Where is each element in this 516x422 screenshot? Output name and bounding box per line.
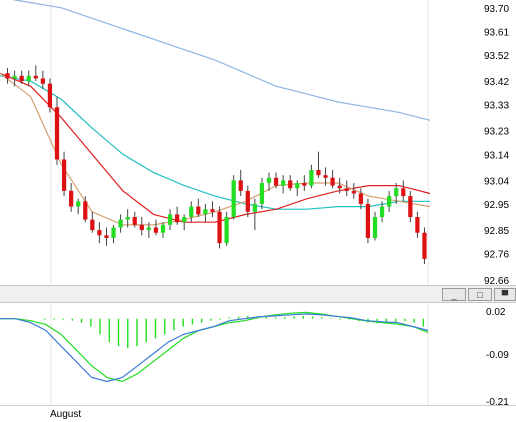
- candle-body: [302, 183, 307, 186]
- restore-button[interactable]: □: [468, 288, 492, 301]
- y-tick-label: 93.61: [484, 27, 509, 38]
- candle-body: [358, 193, 363, 204]
- macd-indicator-pane[interactable]: 0.02 -0.09 -0.21: [0, 303, 516, 408]
- macd-line: [0, 313, 429, 383]
- candle-body: [266, 177, 272, 184]
- candle-body: [295, 183, 300, 189]
- moving-average-line: [0, 72, 431, 223]
- macd-y-tick-label: 0.02: [486, 307, 506, 318]
- y-tick-label: 93.04: [484, 176, 509, 187]
- candle-body: [365, 203, 371, 238]
- time-axis: August: [0, 405, 516, 422]
- macd-chart: 0.02-0.09-0.21: [0, 303, 509, 408]
- candle-body: [111, 227, 116, 238]
- candle-body: [387, 196, 392, 207]
- candle-body: [401, 188, 406, 197]
- candle-body: [61, 159, 67, 191]
- y-tick-label: 93.42: [484, 77, 509, 88]
- x-axis-label-august: August: [50, 409, 82, 420]
- y-tick-label: 93.70: [484, 4, 509, 15]
- candle-body: [47, 83, 53, 108]
- candle-body: [415, 217, 420, 233]
- candle-body: [323, 175, 328, 178]
- candle-body: [273, 177, 279, 186]
- candle-body: [153, 227, 159, 233]
- candle-body: [408, 196, 413, 218]
- price-chart-pane[interactable]: 93.70 93.61 93.52 93.42 93.33 93.23 93.14 93.04…: [0, 0, 516, 287]
- y-tick-label: 93.23: [484, 127, 509, 138]
- candle-body: [175, 214, 180, 223]
- candle-body: [210, 209, 215, 212]
- candle-body: [196, 206, 201, 215]
- indicator-window-bar: _ □ ▀: [0, 285, 516, 303]
- y-tick-label: 92.95: [484, 200, 509, 211]
- candle-body: [69, 190, 74, 207]
- candle-body: [252, 203, 257, 212]
- candle-body: [309, 169, 314, 186]
- candle-body: [394, 188, 399, 197]
- candle-body: [90, 219, 95, 231]
- candle-body: [316, 169, 321, 176]
- candle-body: [5, 73, 10, 79]
- macd-y-tick-label: -0.09: [486, 350, 509, 361]
- candle-body: [422, 232, 427, 259]
- maximize-button[interactable]: ▀: [494, 288, 516, 301]
- minimize-icon: _: [451, 289, 457, 300]
- candle-body: [288, 180, 293, 189]
- candle-body: [83, 201, 88, 220]
- restore-icon: □: [477, 289, 483, 300]
- candle-body: [259, 183, 265, 204]
- candle-body: [40, 78, 45, 84]
- candle-body: [125, 217, 130, 220]
- candle-body: [231, 180, 236, 218]
- minimize-button[interactable]: _: [442, 288, 466, 301]
- maximize-icon: ▀: [501, 289, 509, 300]
- candle-body: [26, 75, 31, 82]
- candle-body: [118, 219, 123, 228]
- candle-body: [146, 227, 151, 231]
- candle-body: [160, 224, 166, 233]
- y-tick-label: 93.52: [484, 51, 509, 62]
- candle-body: [139, 224, 144, 231]
- candle-body: [132, 217, 137, 225]
- candle-body: [281, 180, 286, 186]
- macd-signal-line: [0, 311, 429, 383]
- candle-body: [379, 206, 385, 218]
- candle-body: [217, 211, 222, 244]
- candle-body: [167, 214, 173, 225]
- candle-body: [182, 217, 187, 223]
- candle-body: [76, 201, 81, 207]
- candle-body: [19, 75, 24, 82]
- y-tick-label: 92.76: [484, 250, 509, 261]
- y-tick-label: 93.33: [484, 101, 509, 112]
- candle-body: [351, 190, 356, 194]
- candle-body: [33, 75, 38, 79]
- candle-body: [330, 177, 335, 186]
- candle-body: [245, 190, 250, 212]
- candle-body: [337, 185, 342, 189]
- candle-body: [189, 206, 194, 218]
- candle-body: [104, 235, 109, 238]
- candle-body: [54, 107, 60, 160]
- candle-body: [224, 217, 229, 244]
- y-tick-label: 93.14: [484, 150, 509, 161]
- y-tick-label: 92.85: [484, 226, 509, 237]
- candle-body: [203, 209, 208, 215]
- moving-average-line: [0, 72, 431, 226]
- candle-body: [238, 180, 243, 191]
- candle-body: [344, 188, 349, 191]
- candle-body: [372, 217, 378, 238]
- price-chart: 93.70 93.61 93.52 93.42 93.33 93.23 93.14 93.04…: [0, 0, 509, 287]
- candle-body: [12, 75, 17, 79]
- candle-body: [97, 230, 102, 236]
